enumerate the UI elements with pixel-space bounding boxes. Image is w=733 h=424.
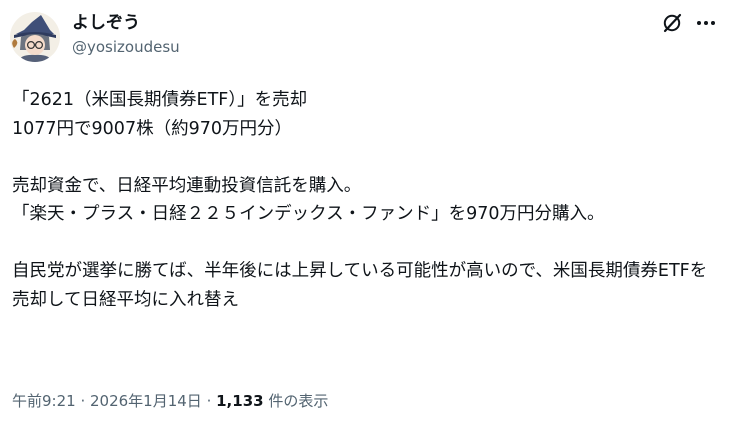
post: よしぞう @yosizoudesu 「2621（米国長期債券ETF）」を売却 10… (0, 0, 733, 424)
post-meta: 午前9:21 · 2026年1月14日 · 1,133 件の表示 (12, 390, 328, 412)
view-label: 件の表示 (263, 392, 329, 410)
post-time[interactable]: 午前9:21 (12, 392, 76, 410)
post-line: 1077円で9007株（約970万円分） (12, 118, 292, 139)
meta-separator: · (75, 392, 90, 410)
user-handle[interactable]: @yosizoudesu (72, 37, 180, 57)
post-date[interactable]: 2026年1月14日 (90, 392, 202, 410)
view-count[interactable]: 1,133 (216, 392, 263, 410)
display-name[interactable]: よしぞう (72, 12, 140, 34)
post-body: 「2621（米国長期債券ETF）」を売却 1077円で9007株（約970万円分）… (12, 86, 718, 314)
post-line: 「2621（米国長期債券ETF）」を売却 (12, 90, 308, 110)
more-dots-icon[interactable] (694, 12, 718, 34)
post-line: 自民党が選挙に勝てば、半年後には上昇している可能性が高いので、米国長期債券ETF… (12, 261, 708, 310)
post-blank-line: ​ (12, 229, 718, 258)
wizard-avatar-icon (10, 12, 60, 62)
avatar[interactable] (10, 12, 60, 62)
meta-separator: · (201, 392, 217, 410)
grok-slash-icon[interactable] (661, 12, 683, 34)
post-line: 売却資金で、日経平均連動投資信託を購入。 (12, 175, 362, 196)
post-blank-line: ​ (12, 143, 718, 172)
post-line: 「楽天・プラス・日経２２５インデックス・ファンド」を970万円分購入。 (12, 204, 605, 224)
